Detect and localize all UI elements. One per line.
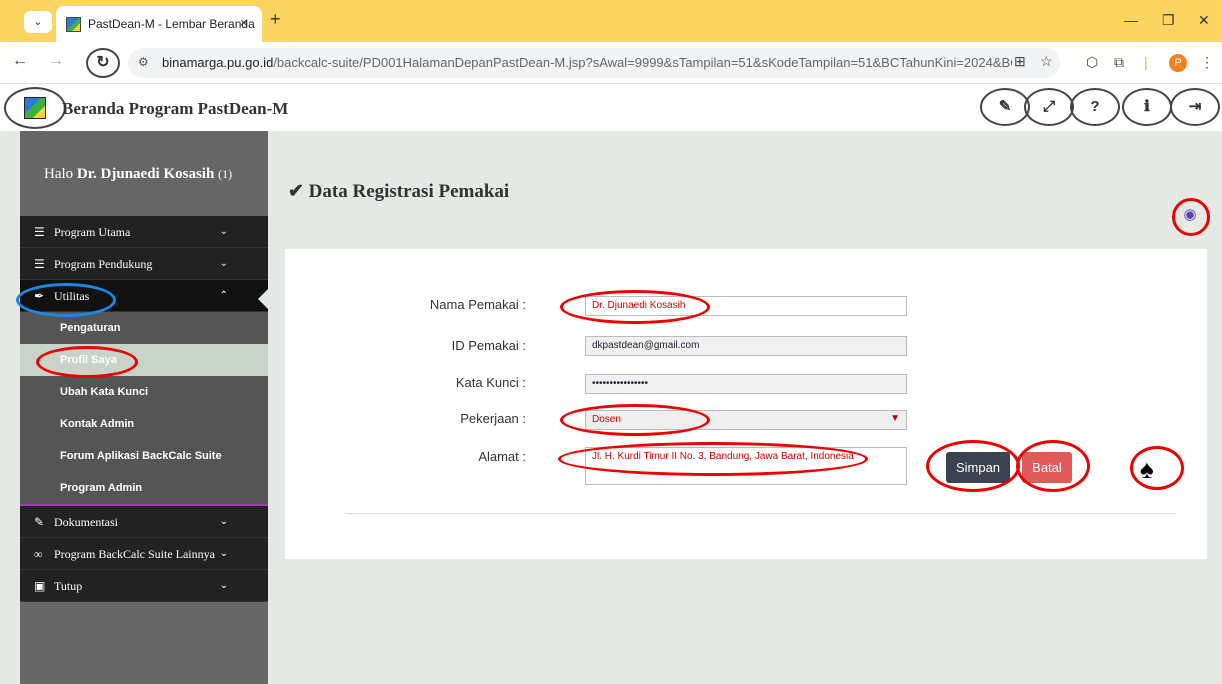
eye-annotation-ring — [1172, 198, 1210, 236]
pekerjaan-annotation-ring — [560, 404, 710, 436]
site-favicon-icon — [66, 17, 81, 32]
utilitas-submenu: Pengaturan Profil Saya Ubah Kata Kunci K… — [20, 312, 268, 506]
menu-program-lainnya[interactable]: ∞ Program BackCalc Suite Lainnya ⌄ — [20, 538, 268, 570]
list-icon: ☰ — [34, 225, 45, 239]
restore-icon[interactable]: ❐ — [1162, 12, 1175, 29]
submenu-pengaturan[interactable]: Pengaturan — [20, 312, 268, 344]
profil-annotation-ring — [36, 346, 138, 378]
tab-search-chevron-icon[interactable]: ⌄ — [24, 11, 52, 33]
spade-annotation-ring — [1130, 446, 1184, 490]
user-name: Dr. Djunaedi Kosasih — [76, 166, 215, 182]
info-icon[interactable]: ℹ — [1122, 88, 1172, 126]
chevron-down-icon: ⌄ — [219, 580, 228, 591]
chevron-down-icon: ⌄ — [219, 258, 228, 269]
alamat-label: Alamat : — [478, 449, 526, 464]
extensions-puzzle-icon[interactable]: ⧉ — [1114, 54, 1124, 71]
alamat-annotation-ring — [558, 442, 868, 476]
active-menu-indicator — [258, 288, 269, 310]
submenu-ubah-kata-kunci[interactable]: Ubah Kata Kunci — [20, 376, 268, 408]
chevron-down-icon: ▼ — [890, 413, 900, 424]
pencil-icon: ✎ — [34, 515, 45, 529]
password-field[interactable]: •••••••••••••••• — [585, 374, 907, 394]
link-icon: ∞ — [34, 547, 43, 561]
simpan-annotation-ring — [926, 440, 1020, 492]
edit-pencil-icon[interactable]: ✎ — [980, 88, 1030, 126]
menu-label: Dokumentasi — [54, 515, 118, 529]
minimize-icon[interactable]: — — [1124, 12, 1138, 28]
submenu-kontak-admin[interactable]: Kontak Admin — [20, 408, 268, 440]
id-field[interactable]: dkpastdean@gmail.com — [585, 336, 907, 356]
id-label: ID Pemakai : — [451, 338, 526, 353]
app-logo[interactable] — [24, 97, 46, 119]
menu-label: Program BackCalc Suite Lainnya — [54, 547, 215, 561]
forward-arrow-icon[interactable]: → — [48, 52, 64, 70]
reload-icon[interactable]: ↻ — [86, 48, 120, 78]
browser-menu-icon[interactable]: ⋮ — [1200, 54, 1214, 71]
new-tab-icon[interactable]: + — [270, 9, 281, 30]
browser-tab-bar: ⌄ PastDean-M - Lembar Beranda × + — ❐ ✕ — [0, 0, 1222, 42]
divider-icon: | — [1144, 54, 1148, 70]
sidebar-menu: ☰ Program Utama ⌄ ☰ Program Pendukung ⌄ ✒ Uti… — [20, 216, 268, 602]
browser-tab[interactable]: PastDean-M - Lembar Beranda × — [56, 6, 262, 42]
user-greeting: Halo Dr. Djunaedi Kosasih (1) — [44, 166, 232, 183]
chevron-down-icon: ⌄ — [219, 548, 228, 559]
url-text: binamarga.pu.go.id/backcalc-suite/PD001H… — [162, 55, 1012, 70]
user-count: (1) — [218, 167, 233, 181]
nama-annotation-ring — [560, 290, 710, 324]
app-title: Beranda Program PastDean-M — [62, 99, 289, 118]
menu-label: Program Utama — [54, 225, 131, 239]
submenu-program-admin[interactable]: Program Admin — [20, 472, 268, 504]
menu-program-utama[interactable]: ☰ Program Utama ⌄ — [20, 216, 268, 248]
chevron-down-icon: ⌄ — [219, 226, 228, 237]
profile-avatar[interactable]: P — [1169, 54, 1187, 72]
kunci-label: Kata Kunci : — [455, 375, 526, 390]
page-title-text: Data Registrasi Pemakai — [308, 181, 510, 202]
greeting-prefix: Halo — [44, 166, 77, 182]
chevron-up-icon: ⌃ — [219, 290, 228, 301]
utilitas-annotation-ring — [16, 283, 116, 317]
chevron-down-icon: ⌄ — [219, 516, 228, 527]
back-arrow-icon[interactable]: ← — [12, 52, 28, 70]
menu-label: Program Pendukung — [54, 257, 153, 271]
list-icon: ☰ — [34, 257, 45, 271]
tab-close-icon[interactable]: × — [240, 15, 248, 30]
window-close-icon[interactable]: ✕ — [1198, 12, 1210, 29]
logout-icon[interactable]: ⇥ — [1170, 88, 1220, 126]
page-title: ✔ Data Registrasi Pemakai — [288, 181, 510, 202]
address-toolbar: ← → ↻ ⚙ binamarga.pu.go.id/backcalc-suit… — [0, 42, 1222, 84]
menu-tutup[interactable]: ▣ Tutup ⌄ — [20, 570, 268, 602]
menu-label: Tutup — [54, 579, 83, 593]
translate-icon[interactable]: ⊞ — [1014, 53, 1026, 70]
url-path: /backcalc-suite/PD001HalamanDepanPastDea… — [273, 55, 1012, 70]
shield-extension-icon[interactable]: ⬡ — [1086, 54, 1098, 71]
submenu-forum[interactable]: Forum Aplikasi BackCalc Suite — [20, 440, 268, 472]
app-header: Beranda Program PastDean-M ✎ ⤢ ? ℹ ⇥ — [0, 85, 1222, 131]
pekerjaan-label: Pekerjaan : — [460, 411, 526, 426]
fullscreen-icon[interactable]: ⤢ — [1024, 88, 1074, 126]
site-info-icon[interactable]: ⚙ — [138, 55, 149, 69]
form-divider — [346, 513, 1176, 514]
url-bar[interactable]: ⚙ binamarga.pu.go.id/backcalc-suite/PD00… — [128, 48, 1060, 78]
help-icon[interactable]: ? — [1070, 88, 1120, 126]
nama-label: Nama Pemakai : — [429, 297, 526, 312]
tab-title: PastDean-M - Lembar Beranda — [88, 17, 255, 31]
batal-annotation-ring — [1016, 440, 1090, 492]
bookmark-star-icon[interactable]: ☆ — [1040, 53, 1053, 70]
menu-program-pendukung[interactable]: ☰ Program Pendukung ⌄ — [20, 248, 268, 280]
url-host: binamarga.pu.go.id — [162, 55, 274, 70]
stop-square-icon: ▣ — [34, 579, 46, 593]
menu-dokumentasi[interactable]: ✎ Dokumentasi ⌄ — [20, 506, 268, 538]
